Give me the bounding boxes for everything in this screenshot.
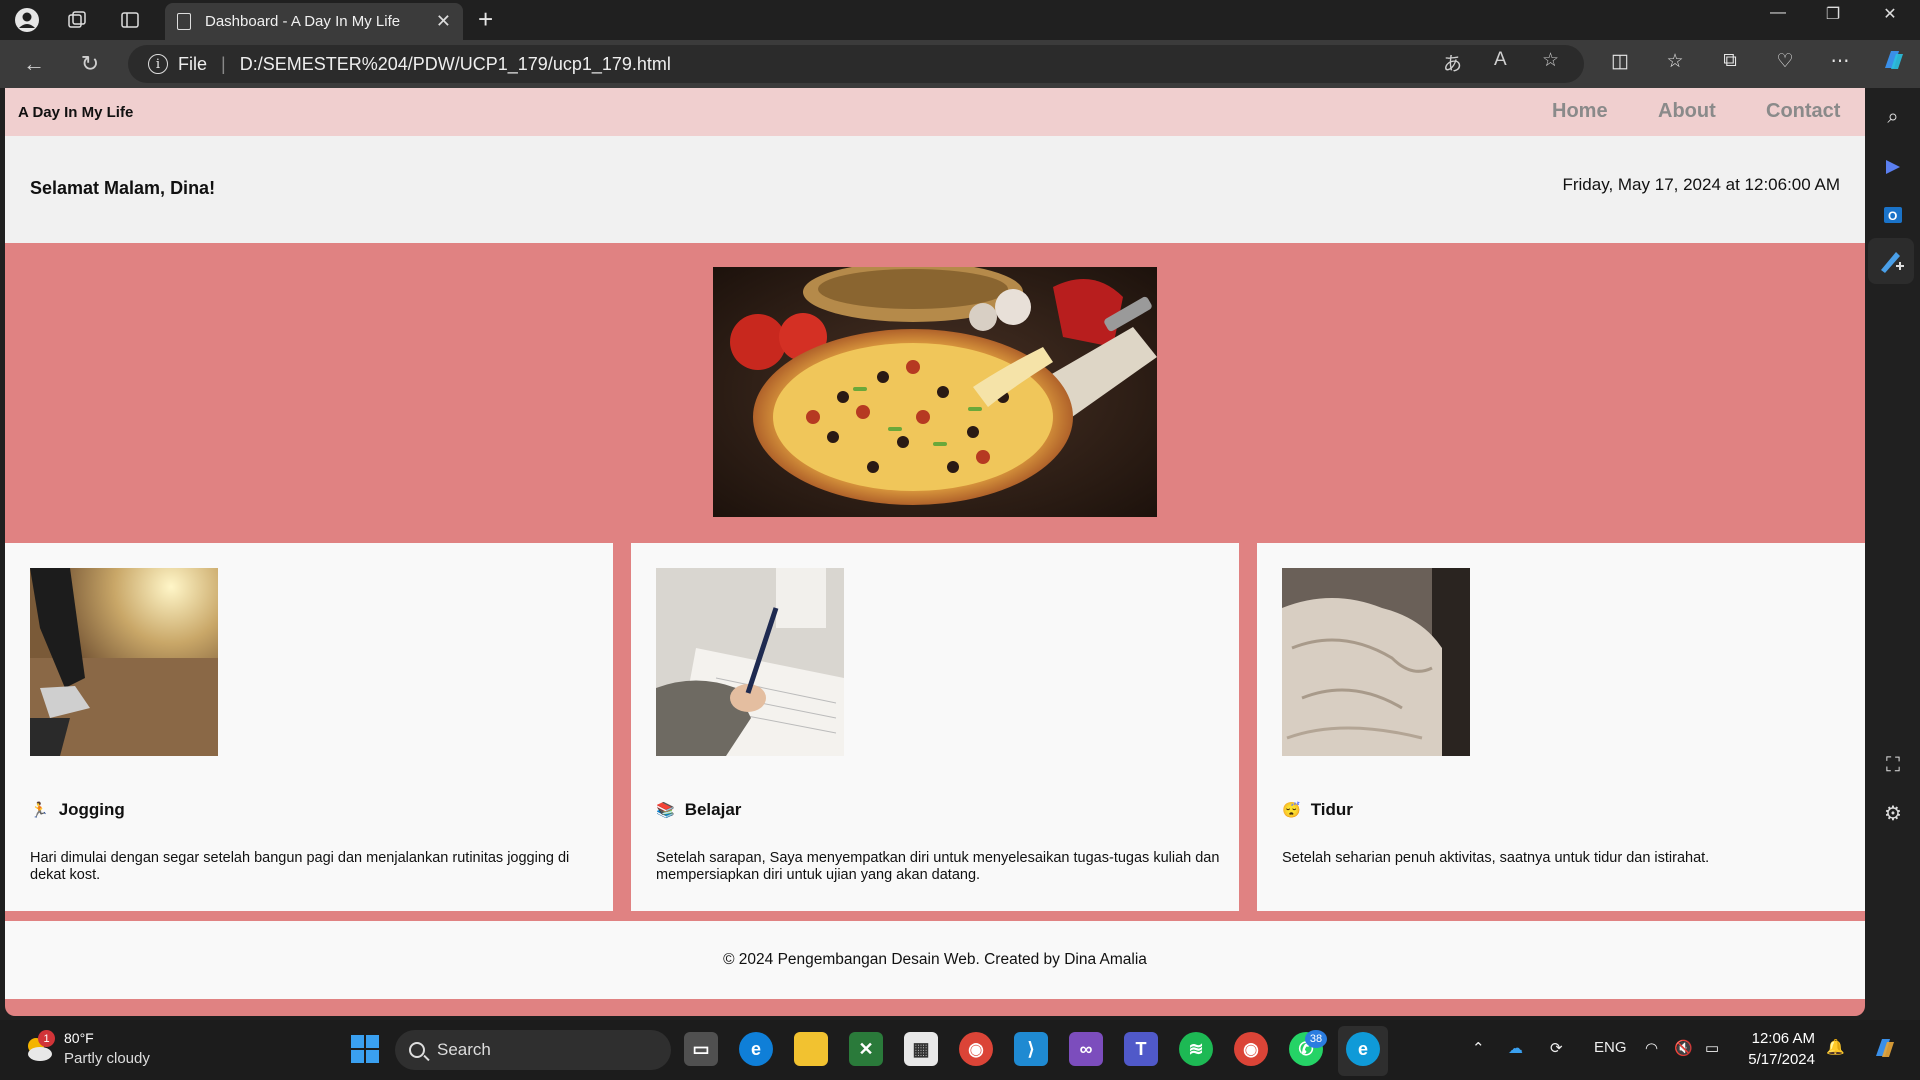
activity-title: 🏃 Jogging bbox=[30, 800, 125, 820]
weather-condition[interactable]: Partly cloudy bbox=[64, 1050, 150, 1067]
search-icon[interactable]: ⌕ bbox=[1878, 102, 1908, 132]
copilot-icon[interactable] bbox=[1878, 46, 1908, 80]
nav-contact[interactable]: Contact bbox=[1766, 100, 1840, 123]
vertical-tabs-icon[interactable] bbox=[116, 6, 144, 34]
volume-muted-icon[interactable]: 🔇 bbox=[1674, 1039, 1693, 1057]
activity-card-jogging: 🏃 Jogging Hari dimulai dengan segar sete… bbox=[5, 543, 613, 911]
edge-active-icon[interactable]: e bbox=[1346, 1032, 1380, 1066]
copilot-sidebar-icon[interactable] bbox=[1878, 152, 1908, 182]
file-label: File bbox=[178, 53, 208, 74]
workspaces-icon[interactable] bbox=[63, 6, 91, 34]
whatsapp-badge: 38 bbox=[1305, 1030, 1327, 1048]
sync-icon[interactable]: ⟳ bbox=[1550, 1039, 1563, 1057]
read-aloud-icon[interactable]: A bbox=[1494, 49, 1507, 71]
activity-title-text: Belajar bbox=[684, 800, 742, 819]
info-icon[interactable]: i bbox=[148, 54, 168, 74]
browser-tab-strip: Dashboard - A Day In My Life ✕ + — ❐ ✕ bbox=[0, 0, 1920, 40]
minimize-icon[interactable]: — bbox=[1758, 4, 1798, 22]
activity-title-text: Tidur bbox=[1310, 800, 1353, 819]
activity-card-belajar: 📚 Belajar Setelah sarapan, Saya menyempa… bbox=[631, 543, 1239, 911]
language-indicator[interactable]: ENG bbox=[1594, 1039, 1627, 1056]
microsoft-store-icon[interactable]: ▦ bbox=[904, 1032, 938, 1066]
show-hidden-icons[interactable]: ⌃ bbox=[1472, 1039, 1485, 1057]
back-icon[interactable]: ← bbox=[18, 48, 50, 80]
spotify-icon[interactable]: ≋ bbox=[1179, 1032, 1213, 1066]
collections-icon[interactable]: ⧉ bbox=[1715, 50, 1745, 72]
task-view-icon[interactable]: ▭ bbox=[684, 1032, 718, 1066]
clock-date[interactable]: 5/17/2024 bbox=[1742, 1051, 1815, 1068]
notification-bell-icon[interactable]: 🔔 bbox=[1826, 1038, 1845, 1056]
split-screen-icon[interactable]: ◫ bbox=[1605, 50, 1635, 73]
activity-description: Setelah sarapan, Saya menyempatkan diri … bbox=[656, 850, 1220, 883]
weather-badge: 1 bbox=[38, 1030, 55, 1047]
teams-icon[interactable]: T bbox=[1124, 1032, 1158, 1066]
more-menu-icon[interactable]: ⋯ bbox=[1825, 50, 1855, 73]
screenshot-icon[interactable]: ⛶ bbox=[1878, 750, 1908, 780]
vscode-icon[interactable]: ⟩ bbox=[1014, 1032, 1048, 1066]
battery-icon[interactable]: ▭ bbox=[1705, 1039, 1719, 1057]
site-footer: © 2024 Pengembangan Desain Web. Created … bbox=[5, 921, 1865, 999]
page-viewport: A Day In My Life Home About Contact Sela… bbox=[5, 88, 1865, 1016]
svg-text:O: O bbox=[1888, 209, 1897, 223]
edge-sidebar: ⌕ O ⛶ ⚙ bbox=[1866, 88, 1920, 1020]
belajar-image bbox=[656, 568, 844, 756]
favorite-star-icon[interactable]: ☆ bbox=[1542, 49, 1559, 72]
books-icon: 📚 bbox=[656, 802, 675, 819]
sleeping-face-icon: 😴 bbox=[1282, 802, 1301, 819]
chrome-icon[interactable]: ◉ bbox=[959, 1032, 993, 1066]
hero-pizza-image bbox=[713, 267, 1157, 517]
onedrive-icon[interactable]: ☁ bbox=[1508, 1039, 1523, 1057]
browser-essentials-icon[interactable]: ♡ bbox=[1770, 50, 1800, 73]
copilot-taskbar-icon[interactable] bbox=[1870, 1034, 1898, 1066]
tab-title: Dashboard - A Day In My Life bbox=[205, 13, 401, 30]
settings-icon[interactable]: ⚙ bbox=[1878, 798, 1908, 828]
active-tab[interactable]: Dashboard - A Day In My Life ✕ bbox=[165, 3, 463, 40]
favorites-icon[interactable]: ☆ bbox=[1660, 50, 1690, 73]
footer-text: © 2024 Pengembangan Desain Web. Created … bbox=[723, 951, 1147, 968]
windows-taskbar: 1 80°F Partly cloudy Search ▭ e ✕ ▦ ◉ ⟩ … bbox=[0, 1020, 1920, 1080]
site-brand[interactable]: A Day In My Life bbox=[18, 104, 133, 121]
designer-icon[interactable] bbox=[1868, 238, 1914, 284]
excel-style-app-icon[interactable]: ✕ bbox=[849, 1032, 883, 1066]
wifi-icon[interactable]: ◠ bbox=[1645, 1039, 1658, 1057]
current-datetime: Friday, May 17, 2024 at 12:06:00 AM bbox=[1562, 175, 1840, 194]
refresh-icon[interactable]: ↻ bbox=[74, 48, 106, 80]
profile-icon[interactable] bbox=[13, 6, 41, 34]
greeting-text: Selamat Malam, Dina! bbox=[30, 178, 216, 198]
search-icon bbox=[409, 1042, 425, 1058]
edge-app-icon[interactable]: e bbox=[739, 1032, 773, 1066]
close-window-icon[interactable]: ✕ bbox=[1870, 4, 1910, 24]
tidur-image bbox=[1282, 568, 1470, 756]
file-explorer-icon[interactable] bbox=[794, 1032, 828, 1066]
jogging-image bbox=[30, 568, 218, 756]
close-tab-icon[interactable]: ✕ bbox=[436, 11, 451, 32]
activity-card-tidur: 😴 Tidur Setelah seharian penuh aktivitas… bbox=[1257, 543, 1865, 911]
restore-icon[interactable]: ❐ bbox=[1813, 4, 1853, 24]
nav-about[interactable]: About bbox=[1658, 100, 1716, 123]
chrome-profile-icon[interactable]: ◉ bbox=[1234, 1032, 1268, 1066]
document-icon bbox=[177, 13, 191, 30]
activity-description: Setelah seharian penuh aktivitas, saatny… bbox=[1282, 850, 1710, 866]
outlook-icon[interactable]: O bbox=[1878, 200, 1908, 230]
search-label: Search bbox=[437, 1040, 491, 1059]
activity-description: Hari dimulai dengan segar setelah bangun… bbox=[30, 850, 570, 883]
separator: | bbox=[221, 53, 226, 74]
translate-icon[interactable]: あ bbox=[1443, 49, 1462, 76]
greeting-section: Selamat Malam, Dina! Friday, May 17, 202… bbox=[5, 136, 1865, 243]
weather-temp[interactable]: 80°F bbox=[64, 1030, 94, 1046]
site-navbar: A Day In My Life Home About Contact bbox=[5, 88, 1865, 136]
new-tab-icon[interactable]: + bbox=[478, 4, 493, 35]
activity-title: 📚 Belajar bbox=[656, 800, 741, 820]
start-icon[interactable] bbox=[348, 1032, 382, 1066]
activity-title-text: Jogging bbox=[58, 800, 125, 819]
running-icon: 🏃 bbox=[30, 802, 49, 819]
url-text[interactable]: D:/SEMESTER%204/PDW/UCP1_179/ucp1_179.ht… bbox=[240, 54, 671, 75]
nav-home[interactable]: Home bbox=[1552, 100, 1608, 123]
address-bar[interactable]: i File | D:/SEMESTER%204/PDW/UCP1_179/uc… bbox=[128, 45, 1584, 83]
browser-toolbar: ← ↻ i File | D:/SEMESTER%204/PDW/UCP1_17… bbox=[0, 40, 1920, 88]
activity-title: 😴 Tidur bbox=[1282, 800, 1353, 820]
visual-studio-icon[interactable]: ∞ bbox=[1069, 1032, 1103, 1066]
clock-time[interactable]: 12:06 AM bbox=[1750, 1030, 1815, 1047]
taskbar-search[interactable]: Search bbox=[395, 1030, 671, 1070]
